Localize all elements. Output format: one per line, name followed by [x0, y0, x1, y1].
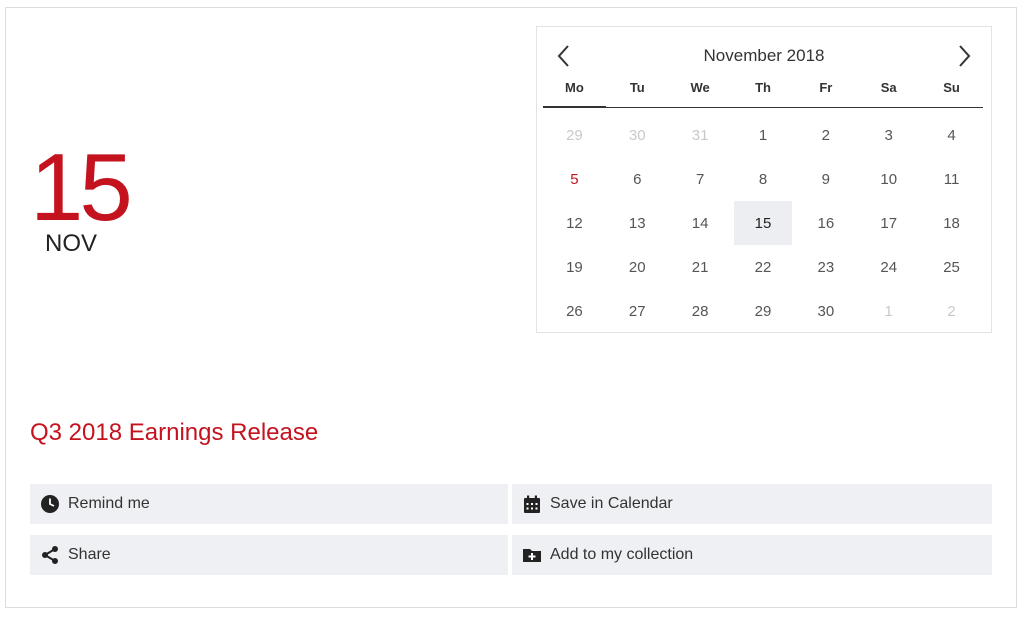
calendar-day[interactable]: 22 [732, 245, 795, 289]
save-in-calendar-button[interactable]: Save in Calendar [512, 484, 992, 524]
calendar-weekday-header: Mo Tu We Th Fr Sa Su [543, 77, 983, 108]
clock-icon [40, 494, 60, 514]
calendar-day[interactable]: 1 [732, 113, 795, 157]
calendar-day[interactable]: 3 [857, 113, 920, 157]
weekday-label: We [690, 80, 710, 95]
calendar-day-grid: 29 30 31 1 2 3 4 5 6 7 8 9 10 11 12 13 14 15 16 17 18 19 20 21 2… [543, 113, 983, 333]
calendar-icon [522, 494, 542, 514]
add-to-collection-button[interactable]: Add to my collection [512, 535, 992, 575]
share-button[interactable]: Share [30, 535, 508, 575]
calendar-day[interactable]: 16 [794, 201, 857, 245]
calendar-day[interactable]: 12 [543, 201, 606, 245]
weekday-label: Tu [629, 80, 645, 95]
calendar-day[interactable]: 11 [920, 157, 983, 201]
calendar-next-button[interactable] [949, 41, 979, 71]
calendar-day[interactable]: 4 [920, 113, 983, 157]
remind-me-button[interactable]: Remind me [30, 484, 508, 524]
calendar-day[interactable]: 21 [669, 245, 732, 289]
chevron-right-icon [959, 45, 971, 67]
weekday-label: Mo [543, 77, 606, 108]
calendar-day[interactable]: 26 [543, 289, 606, 333]
calendar-day[interactable]: 28 [669, 289, 732, 333]
folder-plus-icon [522, 545, 542, 565]
calendar-day[interactable]: 29 [543, 113, 606, 157]
action-label: Add to my collection [550, 546, 694, 563]
calendar-day[interactable]: 30 [606, 113, 669, 157]
event-month: NOV [45, 230, 98, 257]
event-title: Q3 2018 Earnings Release [30, 419, 319, 446]
calendar-day[interactable]: 2 [920, 289, 983, 333]
calendar-day-selected[interactable]: 15 [733, 201, 793, 245]
weekday-label: Th [755, 80, 771, 95]
calendar-day[interactable]: 8 [732, 157, 795, 201]
calendar-day[interactable]: 31 [669, 113, 732, 157]
share-icon [40, 545, 60, 565]
calendar-day[interactable]: 25 [920, 245, 983, 289]
calendar-widget: November 2018 Mo Tu We Th Fr Sa Su 29 30 3… [536, 26, 992, 333]
weekday-label: Sa [880, 80, 897, 95]
calendar-day[interactable]: 14 [669, 201, 732, 245]
calendar-day[interactable]: 5 [543, 157, 606, 201]
calendar-day[interactable]: 6 [606, 157, 669, 201]
calendar-day[interactable]: 17 [857, 201, 920, 245]
calendar-day[interactable]: 24 [857, 245, 920, 289]
calendar-day[interactable]: 19 [543, 245, 606, 289]
calendar-day[interactable]: 10 [857, 157, 920, 201]
action-label: Save in Calendar [550, 495, 673, 512]
calendar-day[interactable]: 9 [794, 157, 857, 201]
action-label: Remind me [68, 495, 150, 512]
calendar-day[interactable]: 2 [794, 113, 857, 157]
calendar-day[interactable]: 20 [606, 245, 669, 289]
calendar-day[interactable]: 30 [794, 289, 857, 333]
calendar-day[interactable]: 13 [606, 201, 669, 245]
weekday-label: Fr [819, 80, 833, 95]
calendar-month-title: November 2018 [703, 46, 825, 65]
calendar-day[interactable]: 23 [794, 245, 857, 289]
weekday-label: Su [943, 80, 960, 95]
action-label: Share [68, 546, 111, 563]
calendar-day[interactable]: 18 [920, 201, 983, 245]
calendar-day[interactable]: 7 [669, 157, 732, 201]
event-day: 15 [30, 134, 133, 241]
calendar-day[interactable]: 29 [732, 289, 795, 333]
calendar-day[interactable]: 1 [857, 289, 920, 333]
calendar-day[interactable]: 27 [606, 289, 669, 333]
